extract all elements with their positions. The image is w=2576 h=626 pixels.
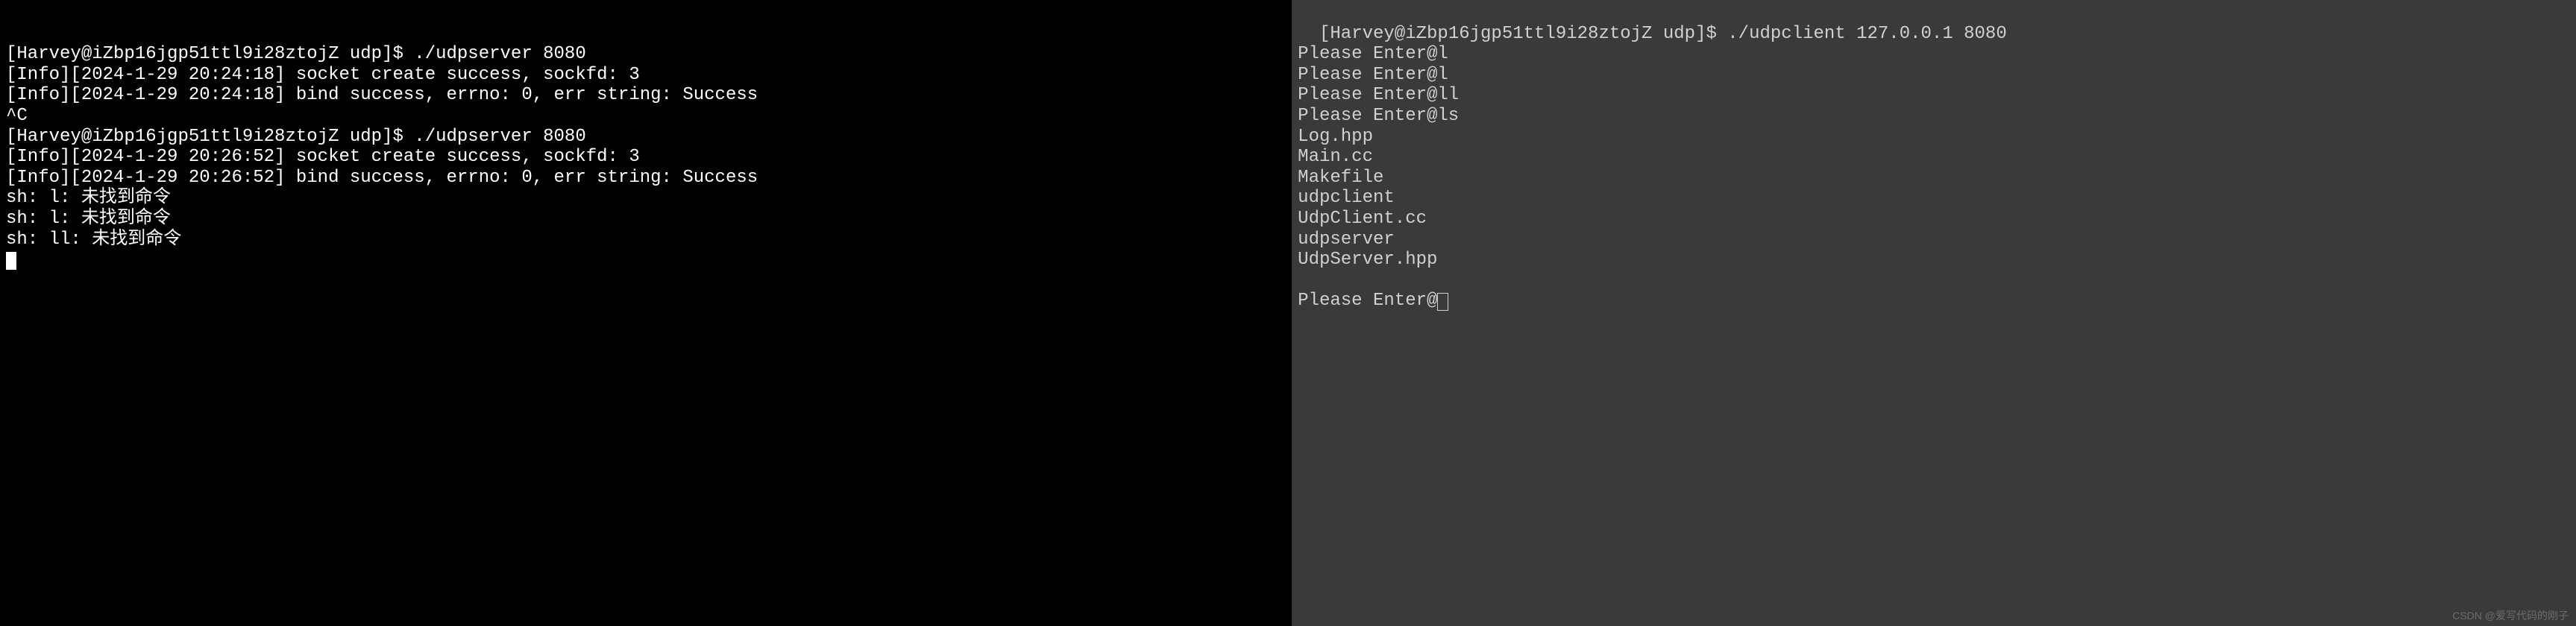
- cursor-right: [1437, 293, 1448, 311]
- terminal-pane-right[interactable]: [Harvey@iZbp16jgp51ttl9i28ztojZ udp]$ ./…: [1292, 0, 2576, 626]
- terminal-output-left: [Harvey@iZbp16jgp51ttl9i28ztojZ udp]$ ./…: [6, 44, 758, 249]
- watermark: CSDN @爱写代码的刚子: [2452, 610, 2569, 622]
- terminal-output-right: [Harvey@iZbp16jgp51ttl9i28ztojZ udp]$ ./…: [1298, 24, 2007, 312]
- terminal-pane-left[interactable]: [Harvey@iZbp16jgp51ttl9i28ztojZ udp]$ ./…: [0, 0, 1292, 626]
- cursor-left: [6, 252, 16, 270]
